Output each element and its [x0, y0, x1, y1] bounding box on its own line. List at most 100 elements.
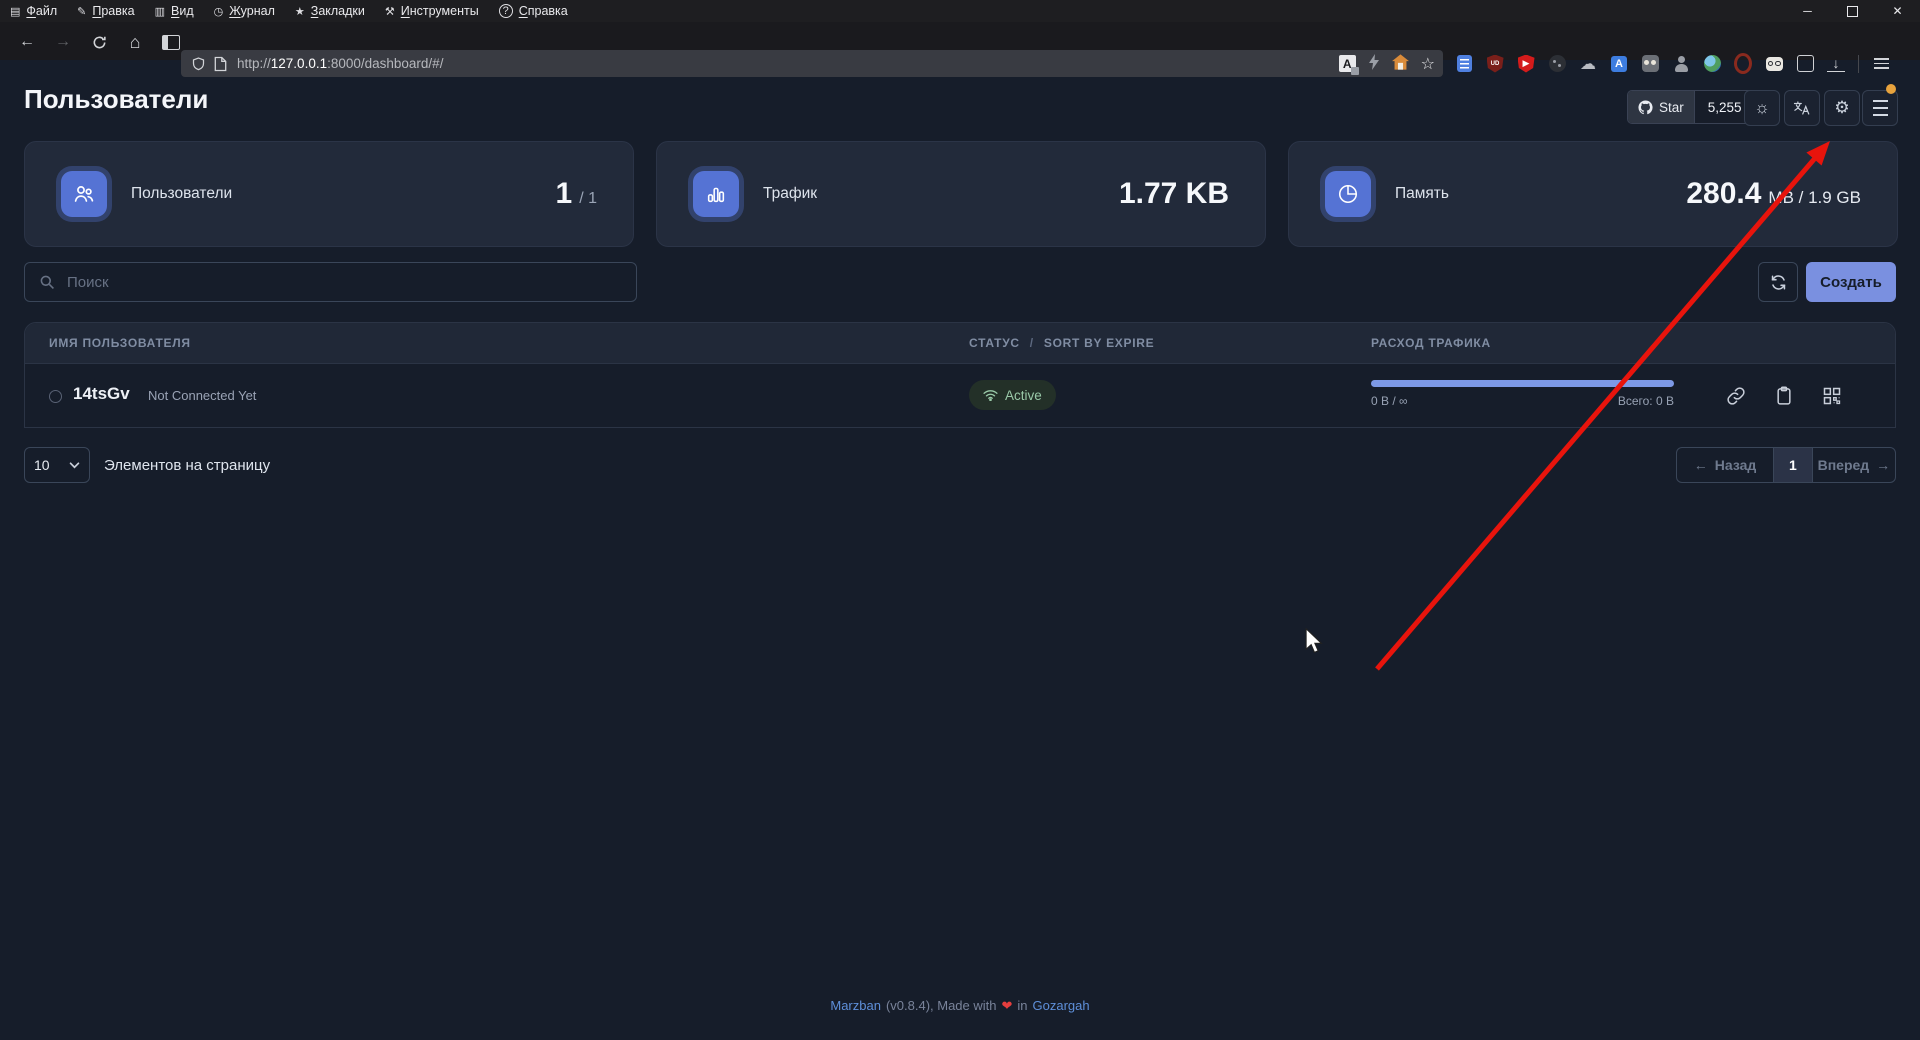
browser-menubar: ▤Файл ✎Правка ▥Вид ◷Журнал ★Закладки ⚒Ин…: [0, 0, 1920, 22]
header-username[interactable]: ИМЯ ПОЛЬЗОВАТЕЛЯ: [49, 323, 191, 363]
lightning-icon[interactable]: [1368, 54, 1380, 73]
chevron-down-icon: [69, 462, 80, 469]
star-icon: ★: [295, 5, 305, 18]
mouse-cursor: [1303, 628, 1327, 654]
card-value: 1.77 KB: [1119, 177, 1229, 211]
restore-icon: [1847, 6, 1858, 17]
search-box: [24, 262, 637, 302]
menu-view[interactable]: ▥Вид: [145, 0, 204, 22]
language-button[interactable]: [1784, 90, 1820, 126]
screen: ▤Файл ✎Правка ▥Вид ◷Журнал ★Закладки ⚒Ин…: [0, 0, 1920, 1040]
browser-toolbar: ← → ⌂ http://127.0.0.1:8000/dashboard/#/…: [0, 22, 1920, 60]
copy-link-icon[interactable]: [1726, 386, 1746, 406]
user-agent-extension-icon[interactable]: [1672, 55, 1690, 73]
home-button[interactable]: ⌂: [122, 29, 148, 55]
language-icon: [1793, 100, 1811, 116]
memory-stat-card: Память 280.4 MB / 1.9 GB: [1288, 141, 1898, 247]
search-input[interactable]: [65, 273, 636, 292]
minimize-button[interactable]: ─: [1785, 0, 1830, 22]
cloud-extension-icon[interactable]: ☁: [1579, 55, 1597, 73]
page-info-icon: [214, 56, 227, 72]
search-icon: [39, 274, 55, 290]
menu-tools[interactable]: ⚒Инструменты: [375, 0, 489, 22]
close-button[interactable]: ✕: [1875, 0, 1920, 22]
prev-page-button[interactable]: ←Назад: [1677, 448, 1773, 482]
downloads-icon[interactable]: ↓: [1827, 56, 1845, 72]
url-bar[interactable]: http://127.0.0.1:8000/dashboard/#/ A ☆: [181, 50, 1443, 77]
ring-extension-icon[interactable]: [1734, 55, 1752, 73]
per-page-select[interactable]: 10: [24, 447, 90, 483]
table-header-row: ИМЯ ПОЛЬЗОВАТЕЛЯ СТАТУС / SORT BY EXPIRE…: [25, 323, 1895, 364]
translate-icon[interactable]: A: [1339, 55, 1356, 72]
menu-edit[interactable]: ✎Правка: [67, 0, 144, 22]
users-icon: [61, 171, 107, 217]
left-arrow-icon: ←: [1694, 457, 1708, 473]
theme-toggle-button[interactable]: ☼: [1744, 90, 1780, 126]
shield-icon: [191, 56, 206, 72]
menu-file[interactable]: ▤Файл: [0, 0, 67, 22]
bookmark-star-icon[interactable]: ☆: [1421, 54, 1435, 74]
clock-icon: ◷: [214, 5, 224, 18]
card-label: Пользователи: [131, 185, 232, 203]
traffic-stat-card: Трафик 1.77 KB: [656, 141, 1266, 247]
tools-icon: ⚒: [385, 5, 395, 18]
connection-note: Not Connected Yet: [148, 388, 256, 403]
card-value: 280.4: [1686, 177, 1761, 211]
settings-button[interactable]: ⚙: [1824, 90, 1860, 126]
card-suffix: / 1: [579, 190, 597, 208]
pagination: ←Назад 1 Вперед→: [1676, 447, 1896, 483]
menu-history[interactable]: ◷Журнал: [204, 0, 285, 22]
menu-help[interactable]: ?Справка: [489, 0, 578, 22]
next-page-button[interactable]: Вперед→: [1813, 448, 1895, 482]
notification-dot: [1886, 84, 1896, 94]
create-user-button[interactable]: Создать: [1806, 262, 1896, 302]
forward-button[interactable]: →: [50, 29, 76, 55]
dashboard-menu-button[interactable]: [1862, 90, 1898, 126]
sun-icon: ☼: [1754, 98, 1770, 118]
cookie-extension-icon[interactable]: [1548, 55, 1566, 73]
sidebar-icon: [162, 35, 180, 50]
card-suffix: MB / 1.9 GB: [1768, 188, 1861, 208]
restore-button[interactable]: [1830, 0, 1875, 22]
pencil-icon: ✎: [77, 5, 86, 18]
current-page-button[interactable]: 1: [1773, 448, 1813, 482]
toolbar-separator: [1858, 55, 1859, 73]
right-arrow-icon: →: [1876, 457, 1890, 473]
qr-code-icon[interactable]: [1822, 386, 1842, 406]
robot-extension-icon[interactable]: [1765, 55, 1783, 73]
home-colored-icon[interactable]: [1392, 54, 1409, 73]
card-label: Трафик: [763, 185, 817, 203]
online-status-circle[interactable]: [49, 390, 62, 403]
username: 14tsGv: [73, 384, 130, 404]
refresh-button[interactable]: [1758, 262, 1798, 302]
browser-menu-icon[interactable]: [1872, 55, 1890, 73]
monkey-extension-icon[interactable]: [1641, 55, 1659, 73]
view-icon: ▥: [155, 5, 165, 18]
back-button[interactable]: ←: [14, 29, 40, 55]
url-text: http://127.0.0.1:8000/dashboard/#/: [237, 56, 443, 71]
github-icon: [1638, 100, 1653, 115]
card-label: Память: [1395, 185, 1449, 203]
reload-icon: [92, 35, 107, 50]
gear-icon: ⚙: [1834, 98, 1849, 118]
github-star-button[interactable]: Star 5,255: [1627, 90, 1756, 124]
puzzle-extension-icon[interactable]: [1796, 55, 1814, 73]
ublock-extension-icon[interactable]: UD: [1486, 55, 1504, 73]
status-badge: Active: [969, 380, 1056, 410]
header-status-sort[interactable]: СТАТУС / SORT BY EXPIRE: [969, 323, 1154, 363]
extension-icons: UD ▶ ☁ A ↓: [1455, 50, 1890, 77]
reload-button[interactable]: [86, 29, 112, 55]
menu-bookmarks[interactable]: ★Закладки: [285, 0, 375, 22]
table-row[interactable]: 14tsGv Not Connected Yet Active 0 B / ∞ …: [25, 364, 1895, 427]
video-block-extension-icon[interactable]: ▶: [1517, 55, 1535, 73]
refresh-icon: [1770, 274, 1787, 291]
notes-extension-icon[interactable]: [1455, 55, 1473, 73]
translate-extension-icon[interactable]: A: [1610, 55, 1628, 73]
marzban-link[interactable]: Marzban: [830, 998, 881, 1014]
gozargah-link[interactable]: Gozargah: [1033, 998, 1090, 1014]
traffic-total: Всего: 0 B: [1618, 394, 1674, 408]
sidebar-button[interactable]: [158, 29, 184, 55]
clipboard-icon[interactable]: [1775, 386, 1793, 406]
header-traffic[interactable]: РАСХОД ТРАФИКА: [1371, 323, 1491, 363]
globe-extension-icon[interactable]: [1703, 55, 1721, 73]
